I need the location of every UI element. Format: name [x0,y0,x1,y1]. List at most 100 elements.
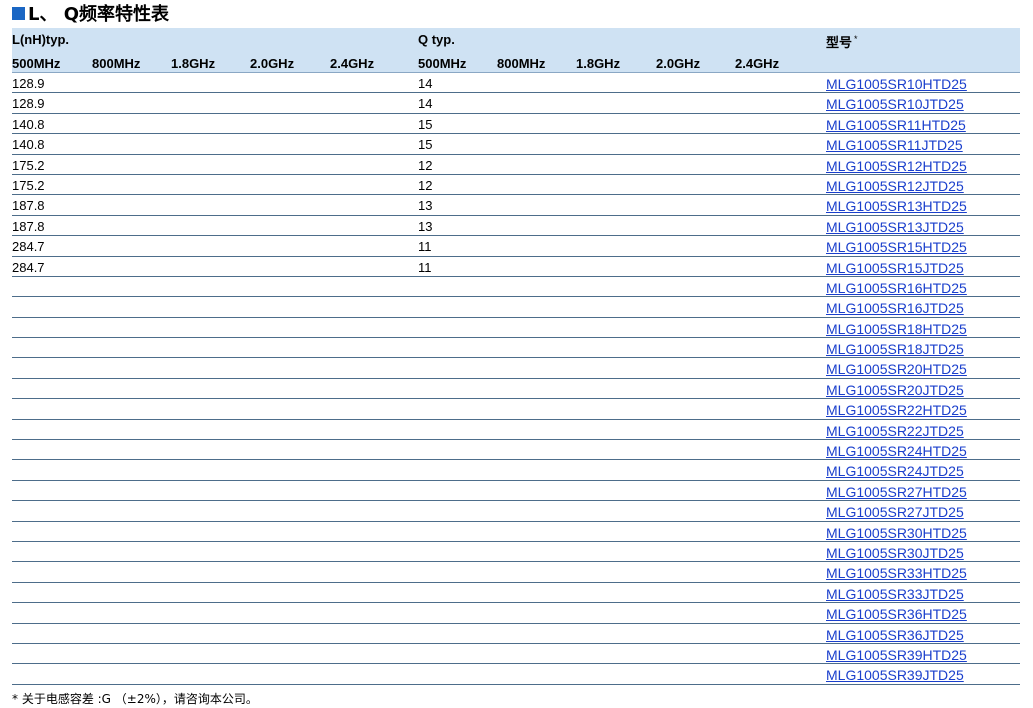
characteristics-table: L(nH)typ. Q typ. 型号 * 500MHz 800MHz 1.8GH… [12,28,1020,685]
l-freq-header: 1.8GHz [171,56,216,71]
q-freq-header: 800MHz [497,56,546,71]
model-link[interactable]: MLG1005SR22JTD25 [826,423,964,439]
q-freq-header: 2.4GHz [735,56,780,71]
table-row: MLG1005SR39HTD25 [12,644,1020,665]
table-row: MLG1005SR22JTD25 [12,420,1020,441]
model-link[interactable]: MLG1005SR16JTD25 [826,300,964,316]
q-group-header: Q typ. [418,32,455,47]
page-title: L、 Q频率特性表 [12,2,170,25]
table-row: MLG1005SR16JTD25 [12,297,1020,318]
q-freq-header: 2.0GHz [656,56,701,71]
table-row: MLG1005SR36JTD25 [12,624,1020,644]
model-link[interactable]: MLG1005SR36JTD25 [826,627,964,643]
model-link[interactable]: MLG1005SR39HTD25 [826,647,967,663]
q-freq-header: 1.8GHz [576,56,621,71]
model-link[interactable]: MLG1005SR13HTD25 [826,198,967,214]
table-row: 175.2 12 MLG1005SR12JTD25 [12,175,1020,196]
q-500mhz-cell: 14 [418,76,433,91]
model-link[interactable]: MLG1005SR27JTD25 [826,504,964,520]
l-500mhz-cell: 175.2 [12,157,45,173]
q-500mhz-cell: 13 [418,198,433,214]
q-500mhz-cell: 15 [418,116,433,132]
l-500mhz-cell: 140.8 [12,137,45,153]
table-row: MLG1005SR20JTD25 [12,379,1020,400]
l-group-header: L(nH)typ. [12,32,70,47]
table-row: 187.8 13 MLG1005SR13JTD25 [12,216,1020,237]
l-freq-header: 2.0GHz [250,56,295,71]
table-row: MLG1005SR16HTD25 [12,277,1020,298]
l-500mhz-cell: 284.7 [12,239,45,255]
model-link[interactable]: MLG1005SR20JTD25 [826,382,964,398]
table-row: MLG1005SR18HTD25 [12,318,1020,339]
model-link[interactable]: MLG1005SR33HTD25 [826,565,967,581]
model-link[interactable]: MLG1005SR33JTD25 [826,586,964,602]
l-500mhz-cell: 140.8 [12,116,45,132]
model-link[interactable]: MLG1005SR36HTD25 [826,606,967,622]
footnote: * 关于电感容差 :G （±2%），请咨询本公司。 [12,692,258,706]
q-500mhz-cell: 12 [418,177,433,193]
table-row: MLG1005SR20HTD25 [12,358,1020,379]
l-500mhz-cell: 187.8 [12,218,45,234]
model-link[interactable]: MLG1005SR24JTD25 [826,463,964,479]
table-row: MLG1005SR30HTD25 [12,522,1020,542]
model-link[interactable]: MLG1005SR30HTD25 [826,525,967,541]
table-row: MLG1005SR24JTD25 [12,460,1020,481]
q-500mhz-cell: 14 [418,96,433,112]
q-500mhz-cell: 15 [418,137,433,153]
l-500mhz-cell: 187.8 [12,198,45,214]
table-row: MLG1005SR30JTD25 [12,542,1020,563]
model-link[interactable]: MLG1005SR18HTD25 [826,321,967,337]
model-link[interactable]: MLG1005SR27HTD25 [826,484,967,500]
table-row: MLG1005SR39JTD25 [12,664,1020,685]
page-title-text: L、 Q频率特性表 [28,4,170,25]
table-row: 284.7 11 MLG1005SR15HTD25 [12,236,1020,257]
table-row: MLG1005SR33HTD25 [12,562,1020,583]
l-freq-header: 500MHz [12,56,61,71]
table-row: MLG1005SR27JTD25 [12,501,1020,522]
model-header-label: 型号 [826,35,853,50]
model-link[interactable]: MLG1005SR20HTD25 [826,361,967,377]
model-link[interactable]: MLG1005SR16HTD25 [826,280,967,296]
model-link[interactable]: MLG1005SR12JTD25 [826,178,964,194]
table-row: MLG1005SR24HTD25 [12,440,1020,461]
l-500mhz-cell: 128.9 [12,96,45,112]
table-row: 175.2 12 MLG1005SR12HTD25 [12,155,1020,175]
q-500mhz-cell: 11 [418,239,432,255]
model-header-mark: * [854,33,858,44]
model-link[interactable]: MLG1005SR15JTD25 [826,260,964,276]
model-link[interactable]: MLG1005SR10HTD25 [826,76,967,92]
model-link[interactable]: MLG1005SR13JTD25 [826,219,964,235]
l-500mhz-cell: 284.7 [12,259,45,275]
table-row: 128.9 14 MLG1005SR10HTD25 [12,73,1020,94]
l-500mhz-cell: 175.2 [12,177,45,193]
model-link[interactable]: MLG1005SR10JTD25 [826,96,964,112]
model-link[interactable]: MLG1005SR39JTD25 [826,667,964,683]
l-freq-header: 800MHz [92,56,141,71]
table-row: MLG1005SR27HTD25 [12,481,1020,502]
model-link[interactable]: MLG1005SR18JTD25 [826,341,964,357]
table-row: MLG1005SR22HTD25 [12,399,1020,420]
model-link[interactable]: MLG1005SR12HTD25 [826,158,967,174]
q-500mhz-cell: 13 [418,218,433,234]
q-freq-header: 500MHz [418,56,467,71]
square-bullet-icon [12,6,25,20]
table-row: 187.8 13 MLG1005SR13HTD25 [12,195,1020,216]
model-link[interactable]: MLG1005SR30JTD25 [826,545,964,561]
table-row: MLG1005SR18JTD25 [12,338,1020,359]
model-link[interactable]: MLG1005SR24HTD25 [826,443,967,459]
table-row: MLG1005SR36HTD25 [12,603,1020,624]
table-row: 128.9 14 MLG1005SR10JTD25 [12,93,1020,114]
l-500mhz-cell: 128.9 [12,76,45,91]
table-header: L(nH)typ. Q typ. 型号 * 500MHz 800MHz 1.8GH… [12,28,1020,73]
model-link[interactable]: MLG1005SR11JTD25 [826,137,963,153]
table-row: 284.7 11 MLG1005SR15JTD25 [12,257,1020,277]
model-link[interactable]: MLG1005SR11HTD25 [826,117,966,133]
table-row: 140.8 15 MLG1005SR11JTD25 [12,134,1020,155]
table-row: MLG1005SR33JTD25 [12,583,1020,604]
q-500mhz-cell: 11 [418,259,432,275]
model-link[interactable]: MLG1005SR15HTD25 [826,239,967,255]
l-freq-header: 2.4GHz [330,56,375,71]
q-500mhz-cell: 12 [418,157,433,173]
model-link[interactable]: MLG1005SR22HTD25 [826,402,967,418]
table-row: 140.8 15 MLG1005SR11HTD25 [12,114,1020,135]
